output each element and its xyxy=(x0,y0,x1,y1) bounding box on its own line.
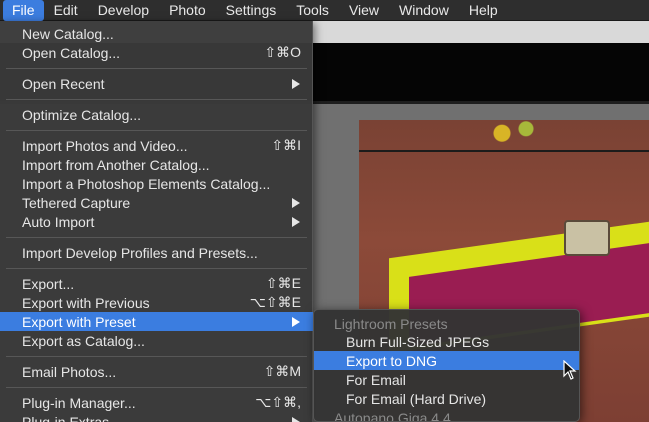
menu-bar: File Edit Develop Photo Settings Tools V… xyxy=(0,0,649,21)
menu-separator xyxy=(6,68,307,69)
shortcut: ⇧⌘O xyxy=(264,44,301,60)
photo-leaves xyxy=(484,120,544,142)
menu-item-new-catalog[interactable]: New Catalog... xyxy=(0,24,313,43)
submenu-arrow-icon xyxy=(292,197,300,208)
menu-separator xyxy=(6,130,307,131)
submenu-header-autopano: Autopano Giga 4.4 xyxy=(334,409,451,422)
menu-separator xyxy=(6,99,307,100)
menu-separator xyxy=(6,356,307,357)
menu-photo[interactable]: Photo xyxy=(159,0,216,21)
submenu-item-for-email-hard-drive[interactable]: For Email (Hard Drive) xyxy=(314,389,579,408)
menu-item-export-preset[interactable]: Export with Preset xyxy=(0,312,313,331)
shortcut: ⇧⌘I xyxy=(271,137,301,153)
menu-separator xyxy=(6,387,307,388)
menu-item-import-pse-catalog[interactable]: Import a Photoshop Elements Catalog... xyxy=(0,174,313,193)
mouse-cursor-icon xyxy=(563,360,577,380)
submenu-item-burn-jpegs[interactable]: Burn Full-Sized JPEGs xyxy=(314,332,579,351)
menu-item-import-photos[interactable]: Import Photos and Video... ⇧⌘I xyxy=(0,136,313,155)
menu-item-plugin-extras[interactable]: Plug-in Extras xyxy=(0,412,313,422)
submenu-header-lightroom-presets: Lightroom Presets xyxy=(334,315,448,332)
submenu-item-for-email[interactable]: For Email xyxy=(314,370,579,389)
menu-window[interactable]: Window xyxy=(389,0,459,21)
photo-wire xyxy=(359,150,649,152)
photo-lamp xyxy=(564,220,610,256)
menu-item-plugin-manager[interactable]: Plug-in Manager... ⌥⇧⌘, xyxy=(0,393,313,412)
submenu-item-export-dng[interactable]: Export to DNG xyxy=(314,351,579,370)
menu-separator xyxy=(6,237,307,238)
menu-item-export-catalog[interactable]: Export as Catalog... xyxy=(0,331,313,350)
shortcut: ⇧⌘M xyxy=(263,363,301,379)
menu-item-import-profiles[interactable]: Import Develop Profiles and Presets... xyxy=(0,243,313,262)
menu-item-email-photos[interactable]: Email Photos... ⇧⌘M xyxy=(0,362,313,381)
menu-file[interactable]: File xyxy=(3,0,44,21)
menu-item-export-previous[interactable]: Export with Previous ⌥⇧⌘E xyxy=(0,293,313,312)
menu-item-open-recent[interactable]: Open Recent xyxy=(0,74,313,93)
menu-edit[interactable]: Edit xyxy=(44,0,88,21)
menu-help[interactable]: Help xyxy=(459,0,508,21)
submenu-arrow-icon xyxy=(292,416,300,422)
shortcut: ⌥⇧⌘, xyxy=(255,394,301,410)
menu-item-optimize-catalog[interactable]: Optimize Catalog... xyxy=(0,105,313,124)
shortcut: ⌥⇧⌘E xyxy=(249,294,301,310)
menu-item-import-catalog[interactable]: Import from Another Catalog... xyxy=(0,155,313,174)
shortcut: ⇧⌘E xyxy=(265,275,301,291)
menu-item-tethered-capture[interactable]: Tethered Capture xyxy=(0,193,313,212)
submenu-arrow-icon xyxy=(292,216,300,227)
menu-view[interactable]: View xyxy=(339,0,389,21)
menu-separator xyxy=(6,268,307,269)
file-menu: New Catalog... Open Catalog... ⇧⌘O Open … xyxy=(0,21,313,422)
menu-tools[interactable]: Tools xyxy=(286,0,339,21)
menu-item-open-catalog[interactable]: Open Catalog... ⇧⌘O xyxy=(0,43,313,62)
menu-item-auto-import[interactable]: Auto Import xyxy=(0,212,313,231)
export-preset-submenu: Lightroom Presets Burn Full-Sized JPEGs … xyxy=(313,309,580,422)
submenu-arrow-icon xyxy=(292,78,300,89)
menu-develop[interactable]: Develop xyxy=(88,0,159,21)
menu-settings[interactable]: Settings xyxy=(216,0,287,21)
menu-item-export[interactable]: Export... ⇧⌘E xyxy=(0,274,313,293)
submenu-arrow-icon xyxy=(292,316,300,327)
